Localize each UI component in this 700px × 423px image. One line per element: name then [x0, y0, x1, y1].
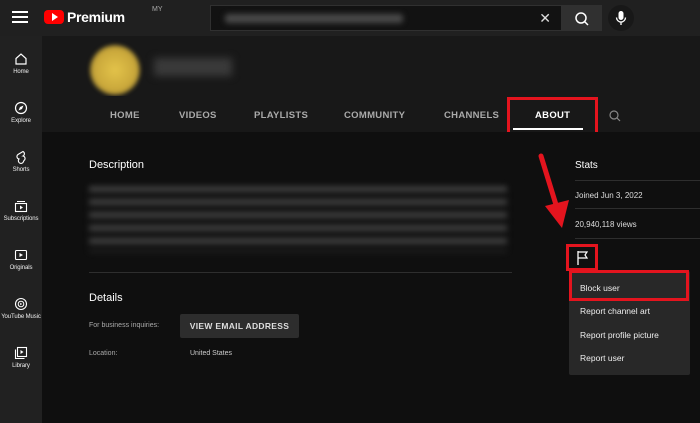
divider: [89, 272, 512, 273]
youtube-play-icon: [44, 10, 64, 24]
voice-search-button[interactable]: [608, 5, 634, 31]
description-heading: Description: [89, 159, 145, 171]
sidebar-item-shorts[interactable]: Shorts: [0, 142, 42, 184]
sidebar-item-label: Shorts: [12, 167, 30, 173]
hamburger-menu-icon[interactable]: [12, 9, 28, 25]
sidebar-item-youtube-music[interactable]: YouTube Music: [0, 289, 42, 331]
sidebar-item-library[interactable]: Library: [0, 338, 42, 380]
joined-date: Joined Jun 3, 2022: [575, 191, 643, 200]
location-value: United States: [190, 350, 233, 357]
sidebar-item-label: YouTube Music: [1, 314, 41, 320]
music-icon: [14, 297, 28, 311]
menu-item-report-channel-art[interactable]: Report channel art: [580, 306, 650, 316]
sidebar-item-home[interactable]: Home: [0, 44, 42, 86]
sidebar-item-originals[interactable]: Originals: [0, 240, 42, 282]
view-count: 20,940,118 views: [575, 220, 637, 229]
channel-search-icon[interactable]: [608, 109, 622, 123]
stats-heading: Stats: [575, 160, 598, 171]
business-inquiries-label: For business inquiries:: [89, 322, 160, 329]
tab-playlists[interactable]: PLAYLISTS: [254, 110, 308, 121]
sidebar-item-explore[interactable]: Explore: [0, 93, 42, 135]
search-icon: [575, 12, 589, 26]
flag-highlight: [566, 244, 598, 271]
view-email-button[interactable]: VIEW EMAIL ADDRESS: [180, 314, 299, 338]
divider: [575, 208, 700, 209]
menu-item-report-profile-picture[interactable]: Report profile picture: [580, 330, 659, 340]
about-tab-highlight: [507, 97, 598, 135]
originals-icon: [14, 249, 28, 261]
divider: [575, 180, 700, 181]
compass-icon: [14, 101, 28, 115]
tab-community[interactable]: COMMUNITY: [344, 110, 405, 121]
home-icon: [15, 53, 27, 65]
sidebar: Home Explore Shorts Subscriptions Origin…: [0, 36, 42, 423]
search-input[interactable]: ✕: [210, 5, 562, 31]
tab-channels[interactable]: CHANNELS: [444, 110, 499, 121]
search-query-blurred: [225, 14, 403, 23]
channel-tabs: HOME VIDEOS PLAYLISTS COMMUNITY CHANNELS…: [42, 96, 700, 132]
microphone-icon: [615, 11, 627, 25]
sidebar-item-label: Originals: [9, 265, 33, 271]
channel-avatar[interactable]: [90, 45, 140, 95]
subscriptions-icon: [14, 201, 28, 213]
sidebar-item-label: Home: [13, 69, 29, 75]
shorts-icon: [16, 150, 26, 164]
tab-home[interactable]: HOME: [110, 110, 140, 121]
channel-name-blurred: [154, 58, 232, 76]
logo-region: MY: [152, 6, 163, 13]
logo-text: Premium: [67, 9, 125, 25]
youtube-premium-logo[interactable]: Premium MY: [44, 6, 163, 25]
library-icon: [14, 346, 28, 360]
red-arrow-annotation: [538, 153, 569, 228]
sidebar-item-label: Library: [12, 363, 30, 369]
top-bar: Premium MY ✕: [0, 0, 700, 36]
menu-item-report-user[interactable]: Report user: [580, 353, 624, 363]
sidebar-item-label: Explore: [11, 118, 31, 124]
clear-search-icon[interactable]: ✕: [539, 10, 551, 27]
search-button[interactable]: [562, 5, 602, 31]
sidebar-item-label: Subscriptions: [3, 216, 39, 222]
block-user-highlight: [569, 270, 689, 301]
description-text-blurred: [89, 186, 507, 252]
tab-videos[interactable]: VIDEOS: [179, 110, 217, 121]
details-heading: Details: [89, 292, 123, 304]
location-label: Location:: [89, 350, 118, 357]
sidebar-item-subscriptions[interactable]: Subscriptions: [0, 191, 42, 233]
divider: [575, 238, 700, 239]
